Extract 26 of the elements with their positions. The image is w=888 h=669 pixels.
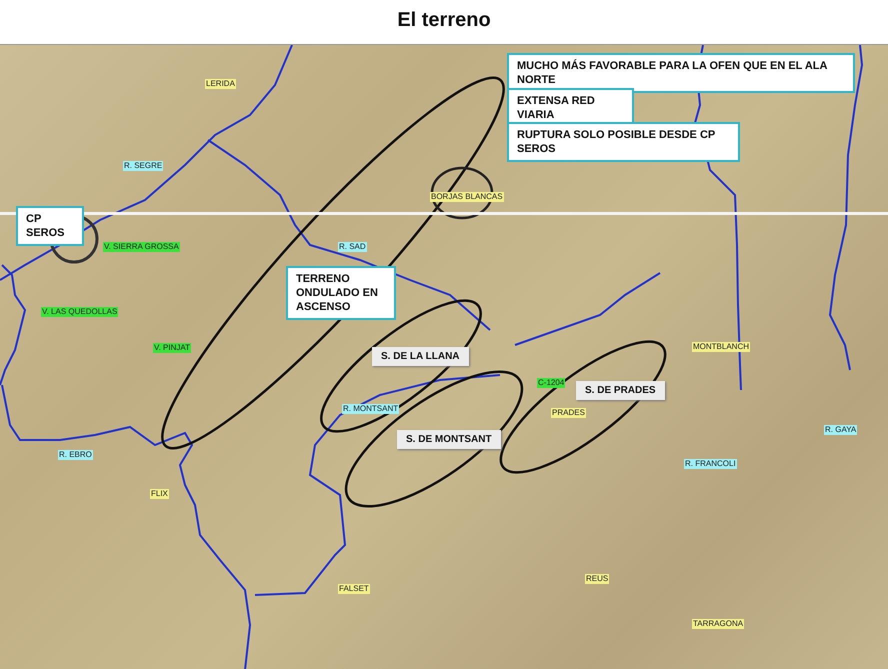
town-label: TARRAGONA [692, 619, 744, 629]
town-label: FALSET [338, 584, 370, 594]
height-label: V. PINJAT [153, 343, 192, 353]
callout-note: TERRENO ONDULADO EN ASCENSO [286, 266, 396, 320]
range-label: S. DE MONTSANT [397, 430, 501, 449]
town-label: REUS [585, 574, 610, 584]
slide-title: El terreno [396, 8, 492, 33]
callout-note: RUPTURA SOLO POSIBLE DESDE CP SEROS [507, 122, 740, 162]
river-label: R. SEGRE [123, 161, 164, 171]
town-label: LERIDA [205, 79, 236, 89]
river-label: R. FRANCOLI [684, 459, 737, 469]
callout-note: CP SEROS [16, 206, 84, 246]
town-label: BORJAS BLANCAS [430, 192, 504, 202]
river-label: R. MONTSANT [342, 404, 400, 414]
town-label: FLIX [150, 489, 169, 499]
river-label: R. GAYA [824, 425, 858, 435]
callout-note: MUCHO MÁS FAVORABLE PARA LA OFEN QUE EN EL ALA NORTE [507, 53, 855, 93]
height-label: V. SIERRA GROSSA [103, 242, 180, 252]
height-label: V. LAS QUEDOLLAS [41, 307, 118, 317]
river-label: R. EBRO [58, 450, 93, 460]
town-label: MONTBLANCH [692, 342, 750, 352]
range-label: S. DE PRADES [576, 381, 665, 400]
range-label: S. DE LA LLANA [372, 347, 469, 366]
town-label: PRADES [551, 408, 586, 418]
height-label: C-1204 [537, 378, 566, 388]
river-label: R. SAD [338, 242, 367, 252]
